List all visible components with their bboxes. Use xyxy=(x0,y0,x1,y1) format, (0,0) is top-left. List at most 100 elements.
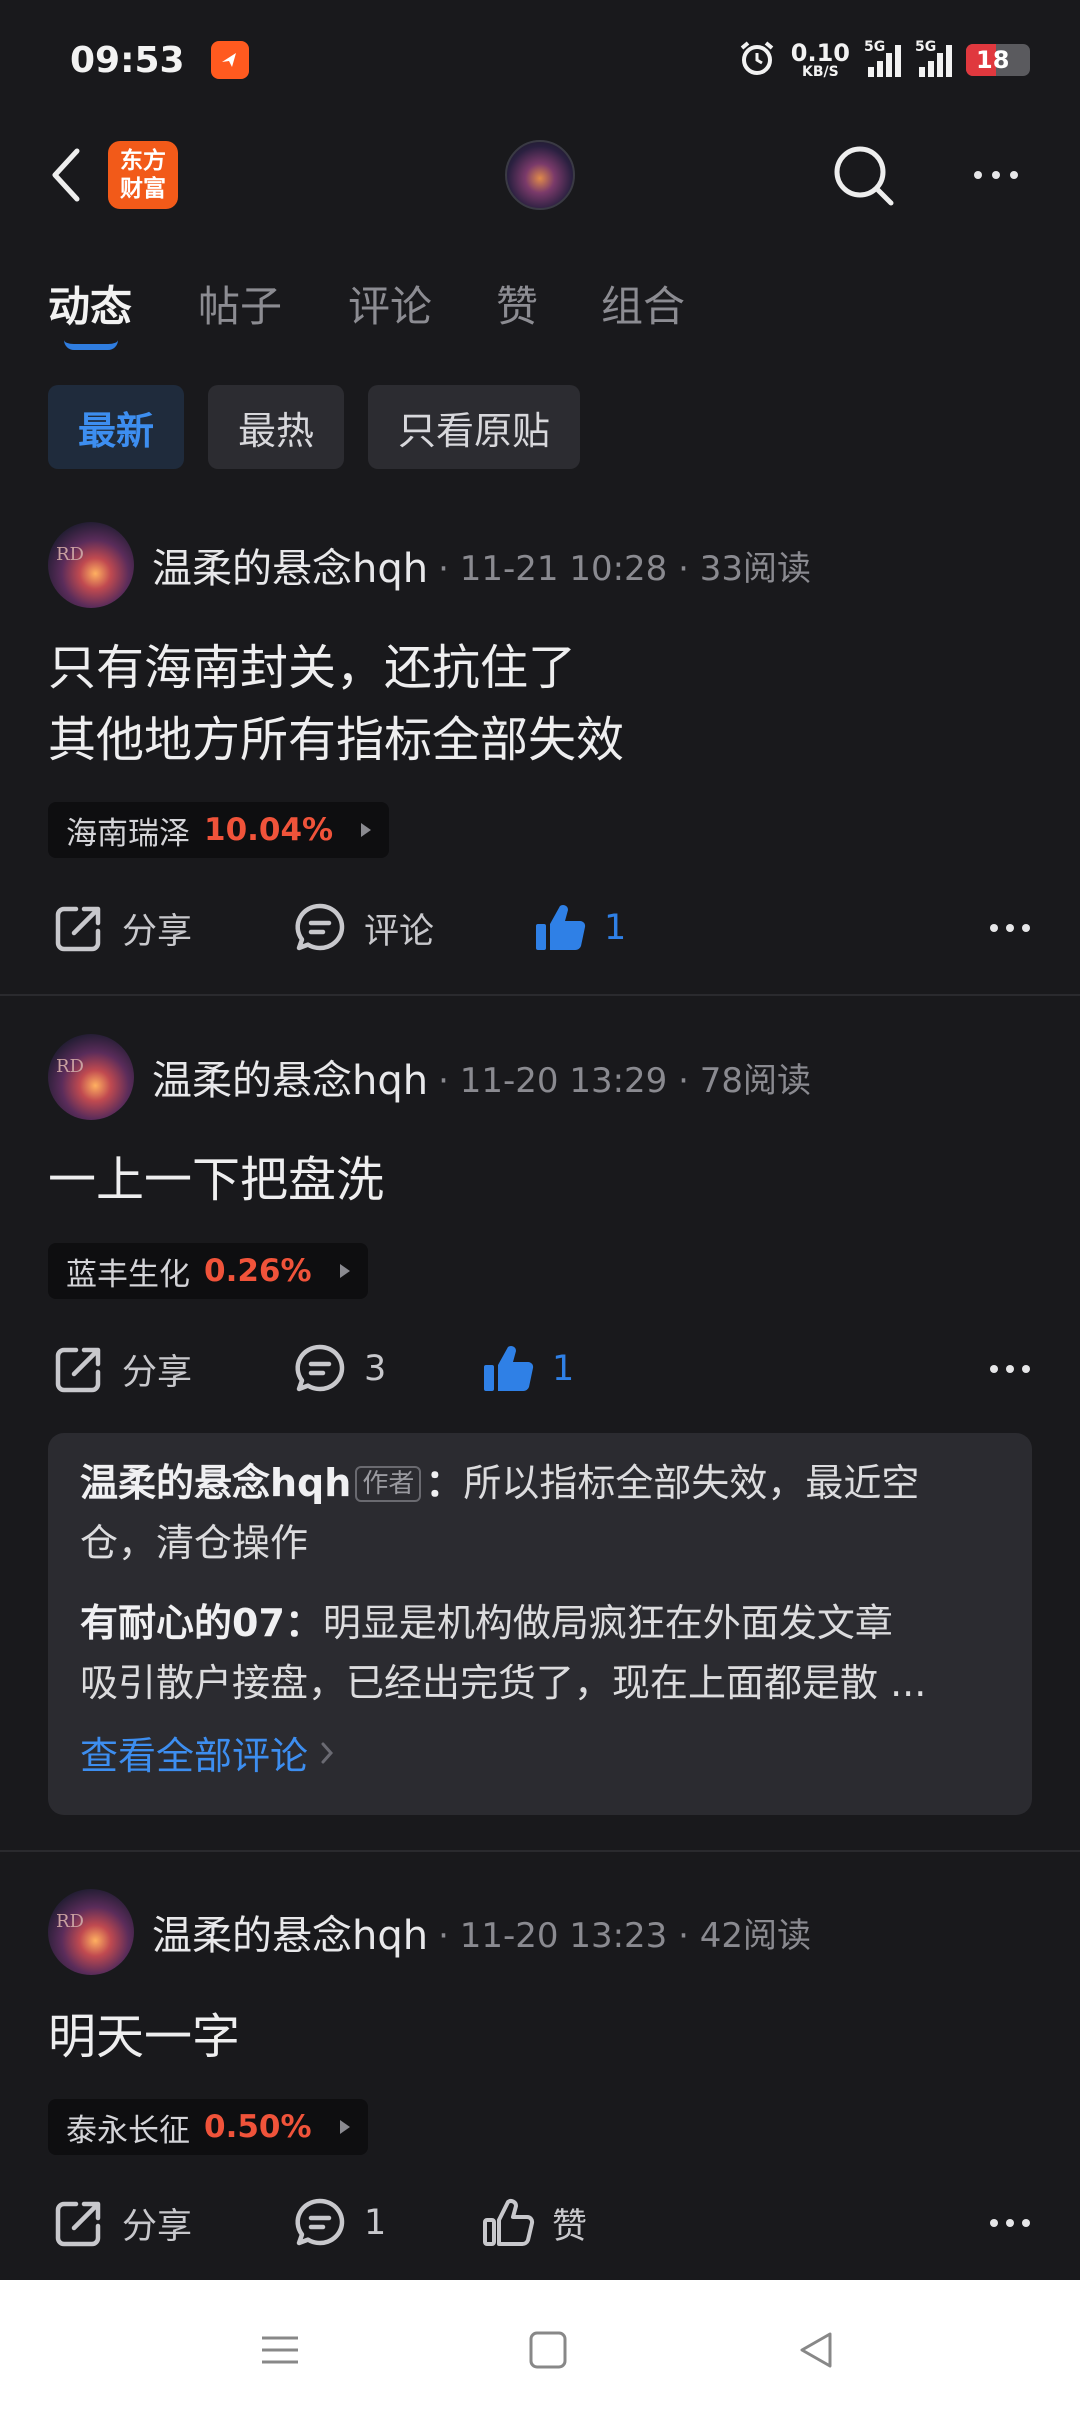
comment-count: 3 xyxy=(364,1349,387,1389)
stock-tag[interactable]: 海南瑞泽 10.04% xyxy=(48,802,390,858)
notification-app-icon xyxy=(210,41,249,79)
share-button[interactable]: 分享 xyxy=(52,1329,192,1409)
app-logo[interactable]: 东方 财富 xyxy=(108,141,178,209)
net-speed: 0.10 KB/S xyxy=(790,39,850,80)
like-button[interactable]: 赞 xyxy=(480,2183,587,2263)
stock-name: 泰永长征 xyxy=(66,2112,190,2149)
back-nav-button[interactable] xyxy=(776,2310,856,2390)
top-nav: 东方 财富 xyxy=(0,120,1080,230)
author-tag: 作者 xyxy=(355,1466,422,1502)
post-username[interactable]: 温柔的悬念hqh xyxy=(152,1903,428,1961)
like-count: 1 xyxy=(552,1349,575,1389)
filter-hot[interactable]: 最热 xyxy=(208,385,345,469)
status-time: 09:53 xyxy=(70,39,185,81)
comment-text: 所以指标全部失效，最近空 xyxy=(463,1461,920,1505)
comment-button[interactable]: 3 xyxy=(292,1329,386,1409)
tab-posts[interactable]: 帖子 xyxy=(198,273,282,334)
post-username[interactable]: 温柔的悬念hqh xyxy=(152,1048,428,1106)
divider xyxy=(0,994,1080,996)
post-meta: · 11-20 13:29 · 78阅读 xyxy=(438,1060,811,1101)
comment-user[interactable]: 温柔的悬念hqh xyxy=(80,1461,351,1505)
comment-text: 仓，清仓操作 xyxy=(80,1521,309,1565)
back-button[interactable] xyxy=(36,140,96,210)
like-button[interactable]: 1 xyxy=(480,1329,574,1409)
tab-bar: 动态 帖子 评论 赞 组合 xyxy=(0,255,1080,355)
filter-original-only[interactable]: 只看原贴 xyxy=(368,385,581,469)
like-count: 1 xyxy=(604,908,627,948)
menu-button[interactable] xyxy=(240,2310,320,2390)
caret-right-icon xyxy=(361,823,372,837)
like-button[interactable]: 1 xyxy=(532,888,626,968)
home-button[interactable] xyxy=(508,2310,588,2390)
stock-tag[interactable]: 泰永长征 0.50% xyxy=(48,2099,368,2155)
post-actions: 分享 评论 1 xyxy=(0,888,1080,968)
post-text-line: 其他地方所有指标全部失效 xyxy=(48,712,625,768)
post-text-line: 只有海南封关，还抗住了 xyxy=(48,640,577,696)
tab-indicator xyxy=(64,340,118,350)
system-nav-bar xyxy=(0,2280,1080,2412)
share-label: 分享 xyxy=(122,2206,193,2247)
share-icon xyxy=(55,2201,101,2247)
comment-preview[interactable]: 温柔的悬念hqh 作者 ：所以指标全部失效，最近空 仓，清仓操作 有耐心的07：明显… xyxy=(48,1433,1032,1815)
divider xyxy=(0,1850,1080,1852)
share-label: 分享 xyxy=(122,911,193,952)
avatar[interactable] xyxy=(48,1889,134,1975)
post-more-button[interactable] xyxy=(980,888,1040,968)
tab-likes[interactable]: 赞 xyxy=(496,273,538,334)
thumbs-up-filled-icon xyxy=(484,1346,534,1392)
filter-latest[interactable]: 最新 xyxy=(48,385,185,469)
stock-tag[interactable]: 蓝丰生化 0.26% xyxy=(48,1243,368,1299)
comment-button[interactable]: 评论 xyxy=(292,888,434,968)
stock-name: 蓝丰生化 xyxy=(66,1256,190,1293)
comment-user[interactable]: 有耐心的07 xyxy=(80,1601,285,1645)
comment-label: 评论 xyxy=(364,911,435,952)
signal-icon: 5G xyxy=(864,39,901,77)
chevron-right-icon xyxy=(321,1742,334,1763)
post-text-line: 明天一字 xyxy=(48,2009,241,2065)
tab-comments[interactable]: 评论 xyxy=(348,273,432,334)
caret-right-icon xyxy=(339,2120,350,2134)
share-icon xyxy=(55,1347,101,1393)
stock-name: 海南瑞泽 xyxy=(66,815,190,852)
profile-avatar[interactable] xyxy=(505,140,575,210)
comment-icon xyxy=(295,903,345,951)
share-button[interactable]: 分享 xyxy=(52,888,192,968)
view-all-comments-link[interactable]: 查看全部评论 xyxy=(80,1725,1000,1780)
filter-bar: 最新 最热 只看原贴 xyxy=(48,385,581,469)
post-username[interactable]: 温柔的悬念hqh xyxy=(152,536,428,594)
tab-activity[interactable]: 动态 xyxy=(48,273,132,334)
comment-text: 明显是机构做局疯狂在外面发文章 xyxy=(322,1601,893,1645)
tab-portfolio[interactable]: 组合 xyxy=(601,273,685,334)
alarm-icon xyxy=(737,38,777,82)
post-actions: 分享 3 1 xyxy=(0,1329,1080,1409)
like-label: 赞 xyxy=(552,2206,588,2247)
stock-change: 0.26% xyxy=(204,1253,312,1289)
thumbs-up-filled-icon xyxy=(536,905,586,951)
stock-change: 10.04% xyxy=(204,812,334,848)
stock-change: 0.50% xyxy=(204,2109,312,2145)
avatar[interactable] xyxy=(48,522,134,608)
avatar[interactable] xyxy=(48,1034,134,1120)
post-more-button[interactable] xyxy=(980,1329,1040,1409)
more-options-button[interactable] xyxy=(958,150,1034,200)
comment-text: 吸引散户接盘，已经出完货了，现在上面都是散 ... xyxy=(80,1661,927,1705)
caret-right-icon xyxy=(339,1264,350,1278)
post-header: 温柔的悬念hqh · 11-20 13:23 · 42阅读 xyxy=(48,1887,811,1977)
search-button[interactable] xyxy=(826,138,902,214)
triangle-back-icon xyxy=(800,2332,832,2368)
comment-count: 1 xyxy=(364,2203,387,2243)
comment-icon xyxy=(295,1344,345,1392)
share-button[interactable]: 分享 xyxy=(52,2183,192,2263)
status-bar: 09:53 0.10 KB/S 5G 5G 18 xyxy=(0,0,1080,120)
comment-item[interactable]: 有耐心的07：明显是机构做局疯狂在外面发文章 xyxy=(80,1593,1000,1653)
menu-icon xyxy=(262,2336,298,2364)
post-text-line: 一上一下把盘洗 xyxy=(48,1152,385,1208)
comment-button[interactable]: 1 xyxy=(292,2183,386,2263)
post-more-button[interactable] xyxy=(980,2183,1040,2263)
comment-icon xyxy=(295,2198,345,2246)
share-icon xyxy=(55,906,101,952)
post-meta: · 11-21 10:28 · 33阅读 xyxy=(438,548,811,589)
post-header: 温柔的悬念hqh · 11-21 10:28 · 33阅读 xyxy=(48,520,811,610)
comment-item[interactable]: 温柔的悬念hqh 作者 ：所以指标全部失效，最近空 xyxy=(80,1453,1000,1513)
chevron-left-icon xyxy=(52,148,80,202)
